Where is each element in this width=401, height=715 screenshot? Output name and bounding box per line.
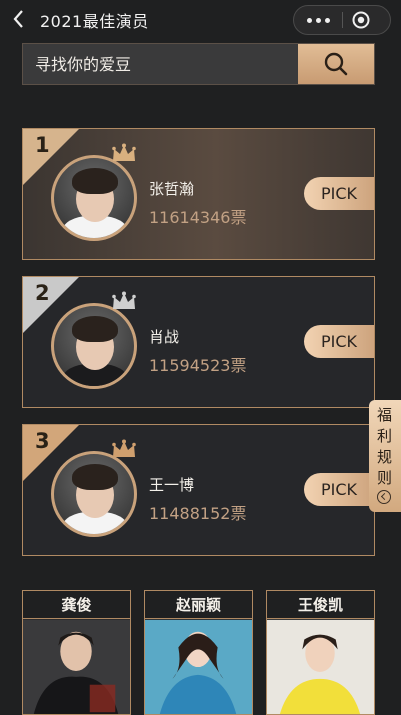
avatar[interactable] bbox=[51, 303, 137, 389]
ranking-card-2: 2 肖战 11594523票 PICK bbox=[22, 276, 375, 408]
pick-button[interactable]: PICK bbox=[304, 473, 374, 506]
avatar[interactable] bbox=[51, 451, 137, 537]
pick-button[interactable]: PICK bbox=[304, 325, 374, 358]
actor-photo bbox=[267, 619, 374, 714]
search-input[interactable] bbox=[23, 44, 299, 84]
welfare-char: 利 bbox=[377, 427, 393, 445]
close-target-icon[interactable] bbox=[352, 11, 370, 29]
page-title: 2021最佳演员 bbox=[40, 12, 149, 31]
welfare-char: 则 bbox=[377, 469, 393, 487]
actor-tile[interactable]: 赵丽颖 bbox=[144, 590, 253, 715]
actor-tile-name: 龚俊 bbox=[23, 591, 130, 619]
vote-count: 11488152票 bbox=[149, 504, 247, 523]
welfare-rules-tab[interactable]: 福 利 规 则 bbox=[369, 400, 401, 512]
vote-count: 11614346票 bbox=[149, 208, 247, 227]
vote-count: 11594523票 bbox=[149, 356, 247, 375]
search-icon bbox=[324, 52, 348, 76]
mini-program-capsule bbox=[293, 5, 391, 35]
rank-number: 1 bbox=[35, 133, 50, 157]
actor-name: 张哲瀚 bbox=[149, 180, 195, 198]
more-options-icon[interactable] bbox=[294, 6, 342, 34]
ranking-card-1: 1 张哲瀚 11614346票 PICK bbox=[22, 128, 375, 260]
chevron-left-circle-icon bbox=[377, 490, 391, 504]
actor-name: 肖战 bbox=[149, 328, 180, 346]
pick-button[interactable]: PICK bbox=[304, 177, 374, 210]
actor-photo bbox=[23, 619, 130, 714]
actor-tile[interactable]: 王俊凯 bbox=[266, 590, 375, 715]
capsule-divider bbox=[342, 12, 343, 28]
back-arrow-icon[interactable] bbox=[10, 8, 28, 30]
ranking-card-3: 3 王一博 11488152票 PICK bbox=[22, 424, 375, 556]
avatar[interactable] bbox=[51, 155, 137, 241]
search-button[interactable] bbox=[298, 44, 374, 84]
welfare-char: 福 bbox=[377, 406, 393, 424]
rank-number: 2 bbox=[35, 281, 50, 305]
rank-number: 3 bbox=[35, 429, 50, 453]
top-bar: 2021最佳演员 bbox=[0, 0, 401, 38]
actor-name: 王一博 bbox=[149, 476, 195, 494]
crown-icon bbox=[112, 143, 136, 161]
actor-photo bbox=[145, 619, 252, 714]
search-bar bbox=[22, 43, 375, 85]
welfare-char: 规 bbox=[377, 448, 393, 466]
crown-icon bbox=[112, 291, 136, 309]
actor-tile-name: 赵丽颖 bbox=[145, 591, 252, 619]
actor-tile[interactable]: 龚俊 bbox=[22, 590, 131, 715]
crown-icon bbox=[112, 439, 136, 457]
actor-tile-name: 王俊凯 bbox=[267, 591, 374, 619]
